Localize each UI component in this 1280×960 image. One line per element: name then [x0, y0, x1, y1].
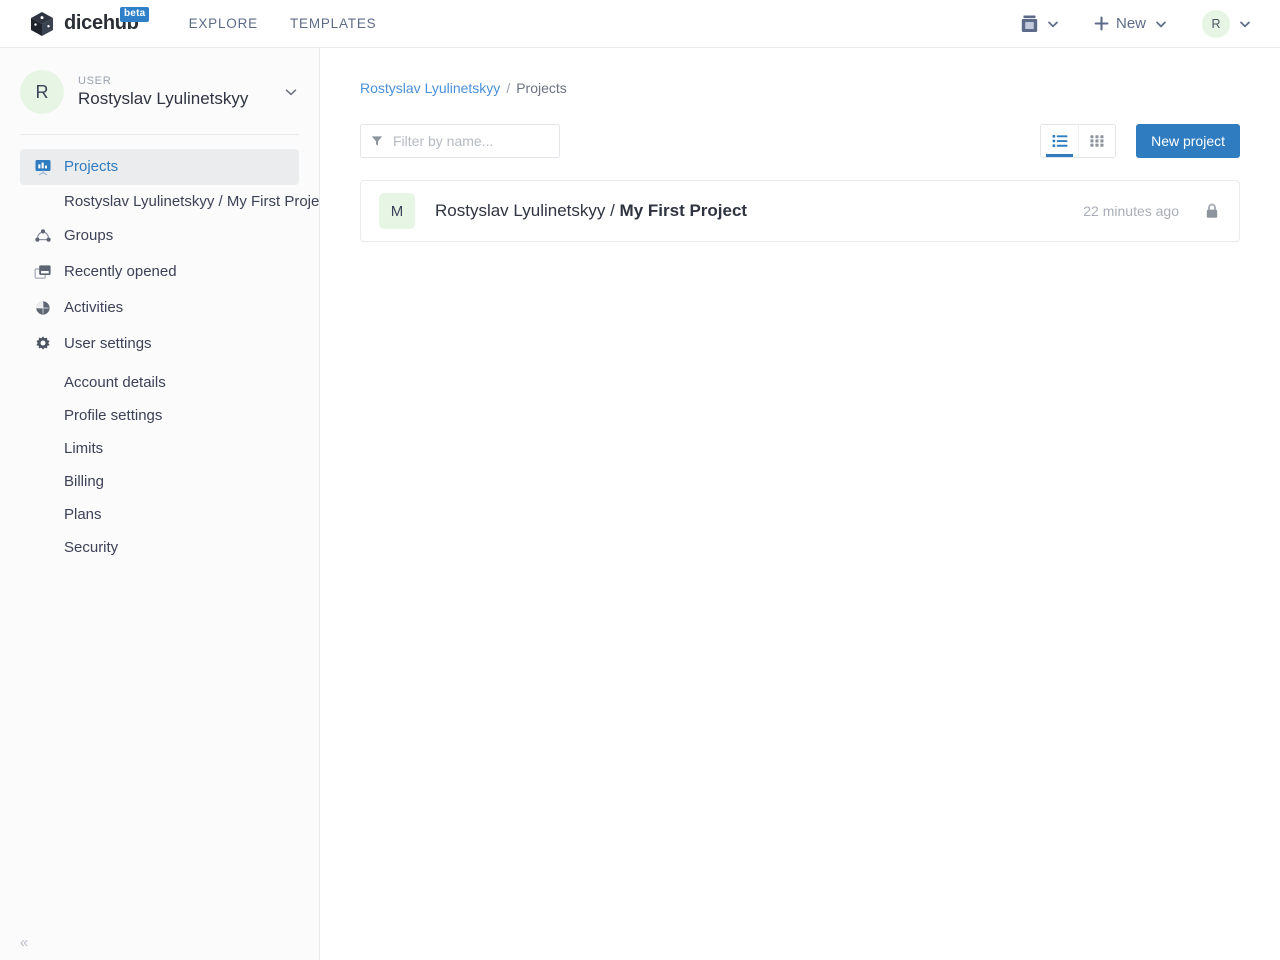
sidebar-item-recently-opened[interactable]: Recently opened [20, 254, 299, 290]
view-list-button[interactable] [1041, 125, 1079, 157]
breadcrumb-separator: / [506, 80, 511, 96]
projects-toolbar: New project [360, 124, 1240, 158]
user-menu-button[interactable]: R [1196, 6, 1258, 42]
recent-window-icon [34, 265, 51, 279]
sidebar-subitem-billing[interactable]: Billing [0, 465, 319, 498]
sidebar-user-text: USER Rostyslav Lyulinetskyy [78, 74, 248, 110]
project-list: M Rostyslav Lyulinetskyy / My First Proj… [360, 180, 1240, 242]
sidebar-user-switcher[interactable]: R USER Rostyslav Lyulinetskyy [0, 48, 319, 134]
sidebar-item-label: Groups [64, 227, 114, 244]
sidebar-subitem-limits[interactable]: Limits [0, 432, 319, 465]
projects-board-icon [35, 160, 51, 176]
project-name: My First Project [619, 201, 748, 220]
main-content: Rostyslav Lyulinetskyy / Projects Filter… [320, 48, 1280, 960]
sidebar-item-user-settings[interactable]: User settings [20, 326, 299, 362]
grid-view-icon [1090, 135, 1104, 147]
header-nav: EXPLORE TEMPLATES [189, 16, 377, 31]
chevron-down-icon [1048, 21, 1058, 27]
gear-icon [36, 336, 50, 350]
storage-menu-button[interactable] [1015, 11, 1066, 37]
project-updated-time: 22 minutes ago [1083, 203, 1179, 219]
filter-input[interactable] [393, 133, 543, 149]
top-header: dicehub beta EXPLORE TEMPLATES New R [0, 0, 1280, 48]
sidebar-subitem-security[interactable]: Security [0, 531, 319, 564]
brand-logo[interactable]: dicehub beta [28, 6, 150, 38]
new-menu-button[interactable]: New [1088, 11, 1174, 36]
sidebar-item-label: Activities [64, 299, 124, 316]
breadcrumb: Rostyslav Lyulinetskyy / Projects [320, 48, 1280, 96]
groups-network-icon [35, 229, 51, 242]
nav-link-explore[interactable]: EXPLORE [189, 16, 258, 31]
funnel-icon [371, 136, 383, 146]
project-avatar: M [379, 193, 415, 229]
cube-icon [31, 11, 53, 36]
sidebar: R USER Rostyslav Lyulinetskyy Projects R… [0, 48, 320, 960]
project-list-item[interactable]: M Rostyslav Lyulinetskyy / My First Proj… [360, 180, 1240, 242]
sidebar-nav: Projects Rostyslav Lyulinetskyy / My Fir… [0, 135, 319, 564]
chevron-down-icon [1156, 21, 1166, 27]
header-actions: New R [1015, 6, 1258, 42]
sidebar-subitem-project[interactable]: Rostyslav Lyulinetskyy / My First Projec… [0, 185, 319, 218]
lock-icon [1206, 203, 1218, 218]
sidebar-item-label: Recently opened [64, 263, 177, 280]
avatar: R [1202, 9, 1230, 38]
sidebar-item-activities[interactable]: Activities [20, 290, 299, 326]
breadcrumb-current: Projects [516, 80, 567, 96]
sidebar-subitem-profile-settings[interactable]: Profile settings [0, 399, 319, 432]
sidebar-item-label: Projects [64, 158, 119, 175]
project-title: Rostyslav Lyulinetskyy / My First Projec… [435, 201, 747, 221]
sidebar-item-label: User settings [64, 335, 152, 352]
filter-field[interactable] [360, 124, 560, 158]
sidebar-settings-subnav: Account details Profile settings Limits … [0, 362, 319, 564]
project-meta: 22 minutes ago [1083, 203, 1219, 219]
list-view-icon [1052, 135, 1067, 147]
sidebar-item-projects[interactable]: Projects [20, 149, 299, 185]
avatar: R [20, 70, 64, 114]
project-owner: Rostyslav Lyulinetskyy / [435, 201, 620, 220]
view-grid-button[interactable] [1078, 125, 1116, 157]
activities-pie-icon [36, 301, 50, 315]
view-mode-toggle [1040, 124, 1117, 158]
sidebar-subitem-plans[interactable]: Plans [0, 498, 319, 531]
sidebar-item-groups[interactable]: Groups [20, 218, 299, 254]
breadcrumb-owner-link[interactable]: Rostyslav Lyulinetskyy [360, 80, 500, 96]
toolbar-right-group: New project [1040, 124, 1240, 158]
beta-badge: beta [120, 6, 150, 22]
new-project-button[interactable]: New project [1136, 124, 1240, 158]
plus-icon [1094, 16, 1109, 31]
database-icon [1021, 15, 1038, 32]
sidebar-subitem-account-details[interactable]: Account details [0, 366, 319, 399]
chevron-down-icon [285, 89, 297, 96]
sidebar-user-kicker: USER [78, 75, 112, 87]
sidebar-collapse-button[interactable]: « [12, 930, 36, 954]
nav-link-templates[interactable]: TEMPLATES [290, 16, 376, 31]
chevron-down-icon [1240, 21, 1250, 27]
sidebar-user-name: Rostyslav Lyulinetskyy [78, 89, 249, 108]
new-menu-label: New [1115, 15, 1146, 32]
